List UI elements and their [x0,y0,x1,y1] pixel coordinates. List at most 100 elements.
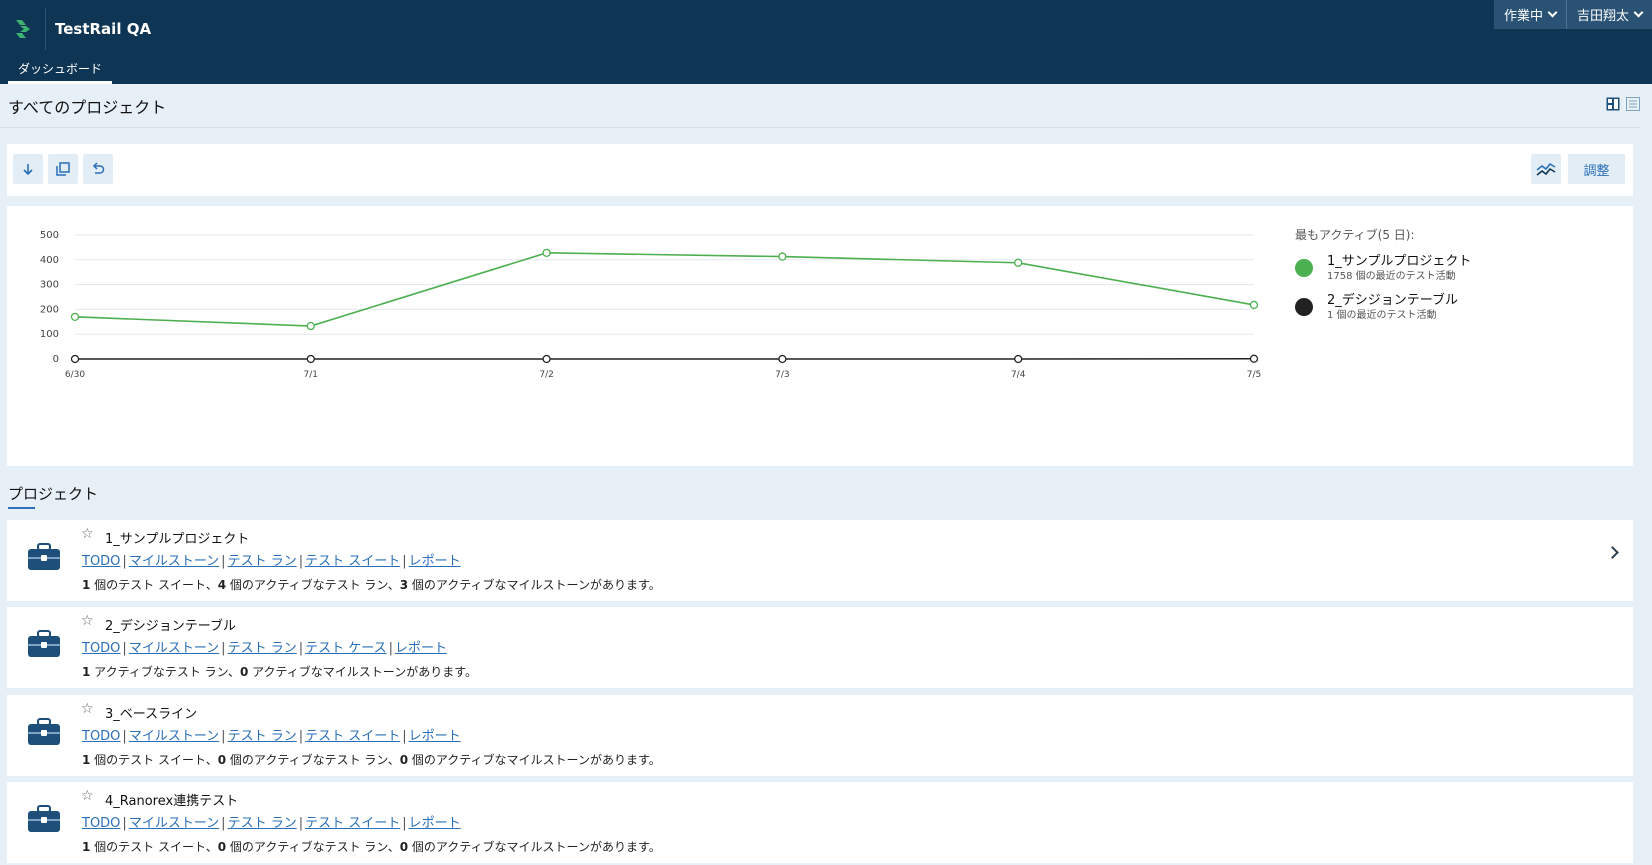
legend-item-sub: 1 個の最近のテスト活動 [1327,310,1437,321]
briefcase-icon [28,805,60,832]
project-link[interactable]: マイルストーン [129,729,219,744]
copy-button[interactable] [48,154,78,184]
count-value: 4 [217,578,227,592]
project-card[interactable]: ☆ 2_デシジョンテーブル TODO | マイルストーン | テスト ラン | テスト ケース |… [7,607,1633,688]
project-name[interactable]: 2_デシジョンテーブル [105,615,236,634]
project-link[interactable]: テスト ラン [228,816,297,831]
data-point [1014,258,1023,267]
app-title[interactable]: TestRail QA [55,20,151,38]
project-link[interactable]: レポート [409,554,461,569]
project-link[interactable]: レポート [395,641,447,656]
undo-icon [92,162,105,174]
adjust-button[interactable]: 調整 [1568,154,1625,184]
link-separator: | [388,641,393,656]
favorite-star-icon[interactable]: ☆ [81,701,94,717]
undo-button[interactable] [83,154,113,184]
logo-divider [45,8,46,50]
link-separator: | [122,729,127,744]
user-dropdown[interactable]: 吉田翔太 [1565,0,1652,29]
project-link[interactable]: レポート [409,816,461,831]
count-text: 個のアクティブなテスト ラン、 [226,753,400,767]
project-card[interactable]: ☆ 4_Ranorex連携テスト TODO | マイルストーン | テスト ラン | テスト ス… [7,782,1633,863]
legend-item[interactable]: 2_デシジョンテーブル 1 個の最近のテスト活動 [1295,292,1615,331]
project-name[interactable]: 3_ベースライン [105,703,197,722]
project-description: 1 個のテスト スイート、0 個のアクティブなテスト ラン、0 個のアクティブな… [82,838,661,855]
link-separator: | [402,729,407,744]
project-link[interactable]: テスト ケース [305,641,386,656]
link-separator: | [122,554,127,569]
briefcase-icon [28,718,60,745]
count-text: 個のアクティブなマイルストーンがあります。 [408,753,661,767]
project-links: TODO | マイルストーン | テスト ラン | テスト スイート | レポート [82,812,461,831]
count-text: アクティブなテスト ラン、 [90,665,240,679]
dashboard-view-icon[interactable] [1606,97,1620,111]
project-card[interactable]: ☆ 3_ベースライン TODO | マイルストーン | テスト ラン | テスト スイート | レポ… [7,695,1633,776]
y-tick-label: 100 [40,329,59,340]
title-divider [0,127,1640,128]
project-link[interactable]: TODO [82,816,120,831]
project-link[interactable]: マイルストーン [129,554,219,569]
link-separator: | [298,641,304,656]
testrail-logo-icon[interactable] [14,18,34,40]
project-link[interactable]: テスト スイート [305,816,400,831]
project-link[interactable]: テスト ラン [228,554,297,569]
top-header: TestRail QA ダッシュボード 作業中 吉田翔太 [0,0,1652,84]
count-text: 個のアクティブなテスト ラン、 [226,578,400,592]
y-tick-label: 0 [53,354,59,365]
section-underline [8,507,35,509]
project-link[interactable]: TODO [82,641,120,656]
project-links: TODO | マイルストーン | テスト ラン | テスト ケース | レポート [82,637,447,656]
top-right-menu: 作業中 吉田翔太 [1493,0,1652,29]
chart-legend: 最もアクティブ(5 日): 1_サンプルプロジェクト 1758 個の最近のテスト… [1295,226,1615,331]
legend-item[interactable]: 1_サンプルプロジェクト 1758 個の最近のテスト活動 [1295,253,1615,292]
project-card[interactable]: ☆ 1_サンプルプロジェクト TODO | マイルストーン | テスト ラン | テスト スイー… [7,520,1633,601]
count-text: 個のテスト スイート、 [90,840,218,854]
favorite-star-icon[interactable]: ☆ [81,788,94,804]
chart-lines-icon [1536,162,1556,176]
x-tick-label: 7/3 [775,370,789,380]
project-link[interactable]: テスト スイート [305,554,400,569]
status-label: 作業中 [1503,9,1543,24]
data-point [542,354,551,364]
legend-dot [1295,298,1313,316]
y-tick-label: 200 [40,304,59,315]
project-link[interactable]: TODO [82,554,120,569]
link-separator: | [221,729,226,744]
project-link[interactable]: TODO [82,729,120,744]
download-icon [23,164,33,176]
count-text: 個のテスト スイート、 [90,753,218,767]
status-dropdown[interactable]: 作業中 [1494,0,1566,29]
project-name[interactable]: 4_Ranorex連携テスト [105,790,238,809]
page-title: すべてのプロジェクト [8,98,167,117]
count-text: 個のアクティブなテスト ラン、 [226,840,400,854]
project-link[interactable]: テスト ラン [228,641,297,656]
project-link[interactable]: マイルストーン [129,641,219,656]
project-link[interactable]: マイルストーン [129,816,219,831]
favorite-star-icon[interactable]: ☆ [81,613,94,629]
project-link[interactable]: レポート [409,729,461,744]
data-point [306,354,315,364]
count-text: アクティブなマイルストーンがあります。 [248,665,478,679]
link-separator: | [402,816,407,831]
chart-toggle-button[interactable] [1531,154,1561,184]
tab-dashboard[interactable]: ダッシュボード [8,60,113,84]
count-value: 0 [217,840,227,854]
chevron-right-icon[interactable] [1606,546,1619,559]
download-button[interactable] [13,154,43,184]
data-point [778,252,787,261]
project-name[interactable]: 1_サンプルプロジェクト [105,528,249,547]
project-link[interactable]: テスト ラン [228,729,297,744]
link-separator: | [122,641,127,656]
copy-icon [56,162,70,176]
link-separator: | [221,641,226,656]
x-tick-label: 7/1 [304,370,318,380]
link-separator: | [221,816,226,831]
favorite-star-icon[interactable]: ☆ [81,526,94,542]
project-link[interactable]: テスト スイート [305,729,400,744]
x-tick-label: 6/30 [65,370,85,380]
data-point [1014,354,1023,364]
legend-title: 最もアクティブ(5 日): [1295,228,1415,242]
activity-line-chart: 0 100 200 300 400 500 6/30 7/1 7/2 7/3 7/4 7/5 [40,230,1261,380]
list-view-icon[interactable] [1626,97,1640,111]
project-description: 1 個のテスト スイート、4 個のアクティブなテスト ラン、3 個のアクティブな… [82,576,661,593]
